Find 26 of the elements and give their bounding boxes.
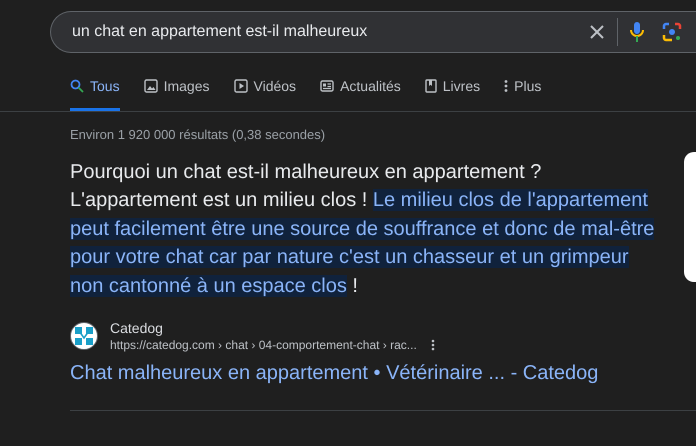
more-icon (504, 79, 508, 93)
search-field[interactable]: un chat en appartement est-il malheureux (50, 11, 696, 53)
play-icon (234, 79, 248, 93)
answer-snippet: L'appartement est un milieu clos ! Le milieu clos de l'appartement peut facilement être une source de souffrance et donc de mal-être pour votre chat car par nature c'est un chasseur et un grimpeur non cantonné à un espace clos ! (70, 188, 655, 298)
camera-icon[interactable] (662, 22, 682, 42)
result-stats: Environ 1 920 000 résultats (0,38 secondes) (70, 127, 326, 142)
tab[interactable]: Images (144, 76, 210, 111)
tab[interactable]: Actualités (320, 76, 401, 111)
site-url: https://catedog.com › chat › 04-comportement-chat › rac... (110, 338, 417, 352)
newspaper-icon (320, 79, 334, 93)
site-favicon-icon (70, 322, 98, 350)
tab[interactable]: Tous (70, 76, 120, 111)
result-title-link[interactable]: Chat malheureux en appartement • Vétérinaire ... - Catedog (70, 362, 598, 385)
book-icon (424, 79, 437, 93)
more-options-icon[interactable] (430, 339, 435, 351)
photo-placeholder[interactable] (684, 152, 696, 282)
search-icon (70, 79, 84, 93)
tab[interactable]: Plus (504, 76, 542, 111)
image-icon (144, 79, 158, 93)
close-icon[interactable] (589, 24, 605, 40)
tab[interactable]: Livres (424, 76, 480, 111)
site-name: Catedog (110, 320, 164, 336)
search-query: un chat en appartement est-il malheureux (72, 23, 368, 41)
tab[interactable]: Vidéos (234, 76, 296, 111)
answer-heading: Pourquoi un chat est-il malheureux en appartement ? (70, 160, 542, 185)
microphone-icon[interactable] (630, 21, 644, 43)
